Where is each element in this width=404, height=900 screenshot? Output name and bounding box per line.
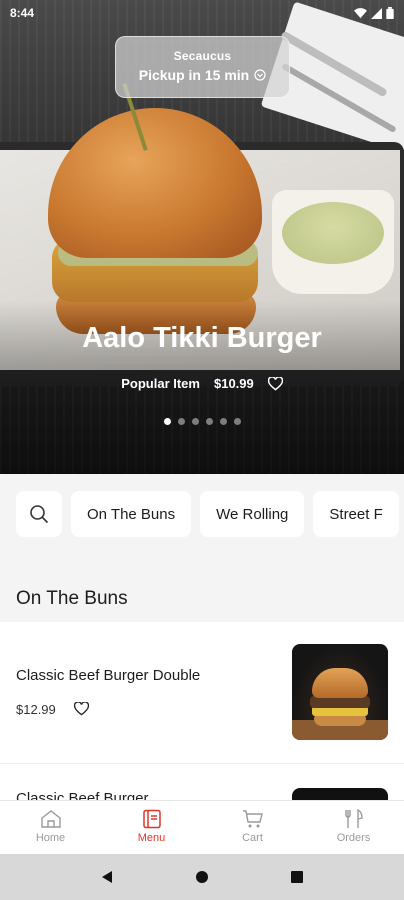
category-chip-street-f[interactable]: Street F — [313, 491, 399, 537]
nav-home[interactable]: Home — [0, 801, 101, 854]
carousel-dot[interactable] — [177, 418, 185, 425]
search-button[interactable] — [16, 491, 62, 537]
menu-item-image — [292, 644, 388, 740]
menu-icon — [142, 809, 161, 829]
burger-bun-top — [48, 108, 262, 258]
hero-meta: Popular Item $10.99 — [0, 376, 404, 391]
home-circle-icon[interactable] — [195, 870, 209, 884]
nav-orders-label: Orders — [336, 832, 371, 844]
status-time: 8:44 — [10, 6, 35, 20]
menu-item[interactable]: Classic Beef Burger — [0, 764, 404, 804]
nav-cart[interactable]: Cart — [202, 801, 303, 854]
category-chip-we-rolling[interactable]: We Rolling — [200, 491, 305, 537]
hero-title: Aalo Tikki Burger — [82, 322, 322, 354]
nav-cart-label: Cart — [242, 832, 263, 844]
carousel-dot[interactable] — [163, 418, 171, 425]
heart-icon[interactable] — [74, 702, 89, 716]
hero-price: $10.99 — [213, 376, 254, 391]
bottom-navigation: Home Menu Cart Orders — [0, 800, 404, 854]
carousel-dot[interactable] — [233, 418, 241, 425]
signal-icon — [371, 7, 382, 19]
nav-menu-label: Menu — [137, 832, 166, 844]
category-bar: On The Buns We Rolling Street F — [0, 474, 404, 554]
home-icon — [40, 810, 61, 828]
menu-item[interactable]: Classic Beef Burger Double $12.99 — [0, 622, 404, 764]
dip-cup-illustration — [272, 190, 394, 294]
carousel-indicator — [0, 418, 404, 425]
hero-tag: Popular Item — [121, 376, 200, 391]
nav-orders[interactable]: Orders — [303, 801, 404, 854]
section-title: On The Buns — [16, 588, 128, 609]
recents-icon[interactable] — [290, 870, 304, 884]
pickup-time: Pickup in 15 min — [138, 67, 250, 83]
location-city: Secaucus — [173, 49, 232, 63]
battery-icon — [386, 7, 394, 19]
wifi-icon — [354, 7, 367, 18]
chevron-down-circle-icon — [254, 69, 266, 81]
hero-banner[interactable]: 8:44 Secaucus Pickup in 15 min Aalo Tikk… — [0, 0, 404, 474]
orders-icon — [344, 809, 363, 828]
category-chip-on-the-buns[interactable]: On The Buns — [71, 491, 192, 537]
nav-menu[interactable]: Menu — [101, 801, 202, 854]
pickup-location-selector[interactable]: Secaucus Pickup in 15 min — [115, 36, 290, 98]
back-icon[interactable] — [100, 870, 114, 884]
cart-icon — [242, 810, 263, 828]
system-navigation-bar — [0, 854, 404, 900]
heart-icon[interactable] — [267, 376, 283, 391]
carousel-dot[interactable] — [219, 418, 227, 425]
nav-home-label: Home — [35, 832, 66, 844]
carousel-dot[interactable] — [205, 418, 213, 425]
carousel-dot[interactable] — [191, 418, 199, 425]
menu-item-name: Classic Beef Burger Double — [16, 667, 201, 684]
status-bar: 8:44 — [0, 0, 404, 26]
menu-item-price: $12.99 — [16, 702, 56, 717]
search-icon — [30, 505, 49, 524]
